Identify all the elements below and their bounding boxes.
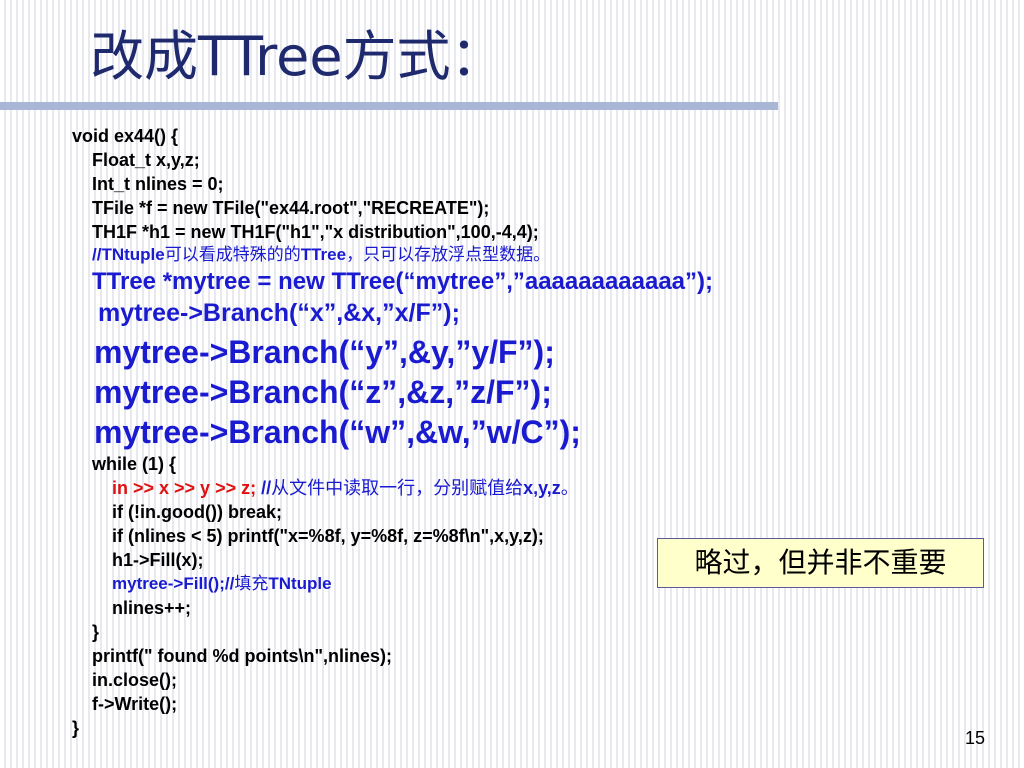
title-underline-bar	[0, 102, 778, 110]
comment-text: //TNtuple	[92, 245, 165, 264]
code-line: nlines++;	[112, 598, 192, 618]
comment-text: 。	[560, 478, 579, 499]
code-line: Int_t nlines = 0;	[92, 174, 224, 194]
code-line: mytree->Fill();//填充TNtuple	[112, 573, 332, 595]
comment-text: mytree->Fill();//	[112, 574, 235, 593]
code-line: }	[92, 622, 100, 642]
page-number: 15	[965, 728, 986, 748]
comment-text: 从文件中读取一行，分别赋值给	[271, 478, 524, 499]
callout-note: 略过，但并非不重要	[657, 538, 984, 588]
code-line: mytree->Branch(“z”,&z,”z/F”);	[94, 374, 552, 410]
code-line: in >> x >> y >> z; //从文件中读取一行，分别赋值给x,y,z…	[112, 477, 579, 500]
code-line: f->Write();	[92, 694, 178, 714]
code-red-text: in >> x >> y >> z;	[112, 478, 257, 498]
code-line: mytree->Branch(“y”,&y,”y/F”);	[94, 334, 555, 370]
comment-text: 可以看成特殊的的	[164, 245, 301, 265]
code-line: TFile *f = new TFile("ex44.root","RECREA…	[92, 198, 490, 218]
comment-text: x,y,z	[523, 478, 561, 498]
code-line: }	[72, 718, 80, 738]
code-line: in.close();	[92, 670, 178, 690]
comment-text: //	[256, 478, 272, 498]
code-line: TH1F *h1 = new TH1F("h1","x distribution…	[92, 222, 539, 242]
slide: 改成TTree方式： void ex44() { Float_t x,y,z; …	[0, 0, 1024, 768]
code-line: if (!in.good()) break;	[112, 502, 282, 522]
code-line: h1->Fill(x);	[112, 550, 204, 570]
code-line: if (nlines < 5) printf("x=%8f, y=%8f, z=…	[112, 526, 544, 546]
code-line: while (1) {	[92, 454, 177, 474]
code-line: printf(" found %d points\n",nlines);	[92, 646, 393, 666]
code-comment-line: //TNtuple可以看成特殊的的TTree，只可以存放浮点型数据。	[92, 244, 550, 266]
code-line: mytree->Branch(“x”,&x,”x/F”);	[98, 299, 460, 327]
comment-text: TNtuple	[268, 574, 332, 593]
slide-title: 改成TTree方式：	[90, 25, 505, 88]
comment-text: ，只可以存放浮点型数据。	[346, 245, 551, 265]
code-line: void ex44() {	[72, 126, 179, 146]
comment-text: TTree	[300, 245, 347, 264]
code-line: mytree->Branch(“w”,&w,”w/C”);	[94, 414, 581, 450]
comment-text: 填充	[234, 574, 269, 594]
code-line: TTree *mytree = new TTree(“mytree”,”aaaa…	[92, 268, 714, 295]
code-line: Float_t x,y,z;	[92, 150, 200, 170]
